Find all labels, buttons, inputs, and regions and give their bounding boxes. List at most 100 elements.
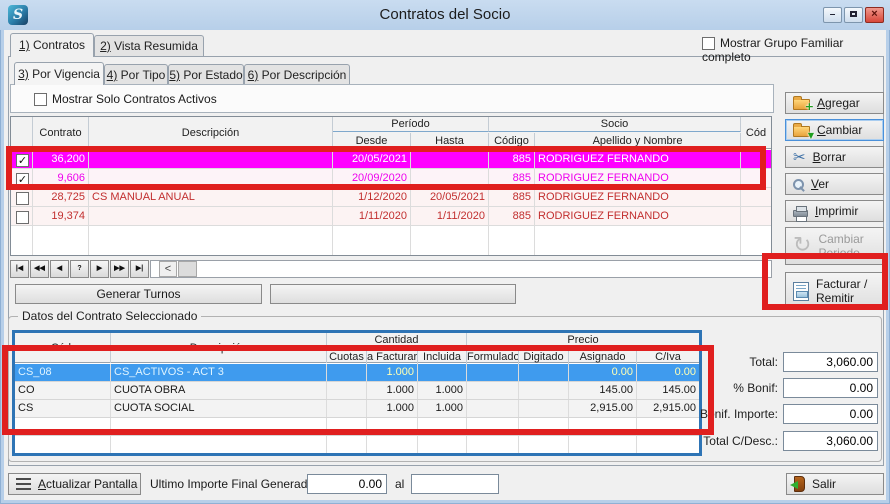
dheader-digitado: Digitado xyxy=(519,349,569,365)
cell-cod2 xyxy=(741,207,771,225)
header-desde: Desde xyxy=(333,133,411,149)
contract-row[interactable]: 19,3741/11/20201/11/2020885RODRIGUEZ FER… xyxy=(11,207,771,226)
row-checkbox[interactable] xyxy=(16,192,29,205)
detail-grid[interactable]: Cód. Descripción Cantidad Cuotas a Factu… xyxy=(12,330,702,456)
row-checkbox[interactable]: ✓ xyxy=(16,173,29,186)
dcell-incluida xyxy=(418,364,467,381)
cell-cb xyxy=(11,207,33,225)
nav-button-5[interactable]: ▶▶ xyxy=(110,260,129,278)
imprimir-button[interactable]: Imprimir xyxy=(785,200,884,222)
header-periodo-group: Período xyxy=(333,117,489,132)
maximize-button[interactable] xyxy=(844,7,863,23)
empty-cell xyxy=(367,436,418,453)
dheader-precio-group: Precio xyxy=(467,333,699,348)
dcell-cod: CS xyxy=(15,400,111,417)
tab-por-estado[interactable]: 5) Por Estado xyxy=(168,64,244,85)
empty-cell xyxy=(467,418,519,435)
family-filter[interactable]: Mostrar Grupo Familiar completo xyxy=(702,36,890,64)
salir-button[interactable]: Salir xyxy=(786,473,884,495)
al-input[interactable] xyxy=(411,474,499,494)
window-title: Contratos del Socio xyxy=(0,0,890,30)
nav-button-6[interactable]: ▶| xyxy=(130,260,149,278)
nav-button-1[interactable]: ◀◀ xyxy=(30,260,49,278)
cell-cod2 xyxy=(741,188,771,206)
scrollbar-thumb[interactable] xyxy=(178,261,197,277)
dcell-a_facturar: 1.000 xyxy=(367,364,418,381)
contract-row[interactable]: 28,725CS MANUAL ANUAL1/12/202020/05/2021… xyxy=(11,188,771,207)
bonif-importe-label: Bonif. Importe: xyxy=(618,407,778,421)
cell-contrato: 19,374 xyxy=(33,207,89,225)
cambiar-periodo-label: Cambiar Periodo xyxy=(818,232,883,260)
nav-button-4[interactable]: ▶ xyxy=(90,260,109,278)
actives-filter[interactable]: Mostrar Solo Contratos Activos xyxy=(34,92,217,106)
total-label: Total: xyxy=(618,355,778,369)
dcell-digitado xyxy=(519,400,569,417)
nav-button-2[interactable]: ◀ xyxy=(50,260,69,278)
family-filter-label: Mostrar Grupo Familiar completo xyxy=(702,36,843,64)
agregar-button[interactable]: + Agregar xyxy=(785,92,884,114)
minimize-button[interactable]: – xyxy=(823,7,842,23)
nav-button-0[interactable]: |◀ xyxy=(10,260,29,278)
cambiar-button[interactable]: ▼Cambiar xyxy=(785,119,884,141)
empty-cell xyxy=(89,226,333,255)
dcell-cod: CS_08 xyxy=(15,364,111,381)
close-button[interactable]: × xyxy=(865,7,884,23)
title-bar[interactable]: S Contratos del Socio – × xyxy=(0,0,890,30)
empty-cell xyxy=(33,226,89,255)
detail-grid-rows: CS_08CS_ACTIVOS - ACT 31.0000.000.00COCU… xyxy=(15,364,699,453)
row-checkbox[interactable]: ✓ xyxy=(16,154,29,167)
actualizar-pantalla-button[interactable]: Actualizar Pantalla xyxy=(8,473,141,495)
cell-cb: ✓ xyxy=(11,150,33,168)
dcell-descripcion: CUOTA SOCIAL xyxy=(111,400,327,417)
family-filter-checkbox[interactable] xyxy=(702,37,715,50)
dcell-formulado xyxy=(467,382,519,399)
borrar-button[interactable]: ✂Borrar xyxy=(785,146,884,168)
empty-cell xyxy=(418,418,467,435)
header-checkbox-col xyxy=(11,117,33,149)
dheader-cod: Cód. xyxy=(15,333,111,363)
generar-turnos-button[interactable]: Generar Turnos xyxy=(15,284,262,304)
ultimo-importe-input[interactable] xyxy=(307,474,387,494)
dheader-descripcion: Descripción xyxy=(111,333,327,363)
facturar-remitir-label: Facturar / Remitir xyxy=(816,277,883,305)
grid-h-scrollbar[interactable]: < xyxy=(150,260,772,278)
folder-plus-icon: + xyxy=(793,99,810,110)
empty-cell xyxy=(327,436,367,453)
scroll-left-button[interactable]: < xyxy=(159,261,177,277)
detail-empty-row xyxy=(15,436,699,454)
empty-cell xyxy=(411,226,489,255)
facturar-remitir-button[interactable]: Facturar / Remitir xyxy=(785,272,884,310)
tab-por-vigencia[interactable]: 3) Por Vigencia xyxy=(14,62,104,85)
salir-label: Salir xyxy=(812,477,836,491)
bonif-importe-input[interactable] xyxy=(783,404,878,424)
tab-por-descripcion[interactable]: 6) Por Descripción xyxy=(244,64,350,85)
detail-row[interactable]: COCUOTA OBRA1.0001.000145.00145.00 xyxy=(15,382,699,400)
tab-contratos[interactable]: 1) Contratos xyxy=(10,33,94,57)
tab-vista-resumida[interactable]: 2) Vista Resumida xyxy=(94,35,204,56)
header-cod2: Cód xyxy=(741,117,771,149)
dcell-digitado xyxy=(519,382,569,399)
empty-cell xyxy=(367,418,418,435)
contract-row[interactable]: ✓36,20020/05/2021885RODRIGUEZ FERNANDO xyxy=(11,150,771,169)
actives-filter-checkbox[interactable] xyxy=(34,93,47,106)
total-input[interactable] xyxy=(783,352,878,372)
ver-button[interactable]: Ver xyxy=(785,173,884,195)
tab-por-tipo[interactable]: 4) Por Tipo xyxy=(104,64,168,85)
cell-descripcion xyxy=(89,150,333,168)
blank-button[interactable] xyxy=(270,284,516,304)
nav-button-3[interactable]: ? xyxy=(70,260,89,278)
detail-row[interactable]: CS_08CS_ACTIVOS - ACT 31.0000.000.00 xyxy=(15,364,699,382)
contract-row[interactable]: ✓9,60620/09/2020885RODRIGUEZ FERNANDO xyxy=(11,169,771,188)
row-checkbox[interactable] xyxy=(16,211,29,224)
borrar-label: Borrar xyxy=(813,150,846,164)
cell-hasta xyxy=(411,169,489,187)
actualizar-pantalla-label: Actualizar Pantalla xyxy=(38,477,137,491)
bonif-input[interactable] xyxy=(783,378,878,398)
contracts-grid[interactable]: Contrato Descripción Período Desde Hasta… xyxy=(10,116,772,256)
cell-hasta xyxy=(411,150,489,168)
total-c-desc-input[interactable] xyxy=(783,431,878,451)
hamburger-icon xyxy=(16,478,31,490)
empty-cell xyxy=(111,436,327,453)
detail-row[interactable]: CSCUOTA SOCIAL1.0001.0002,915.002,915.00 xyxy=(15,400,699,418)
agregar-label: Agregar xyxy=(817,96,860,110)
